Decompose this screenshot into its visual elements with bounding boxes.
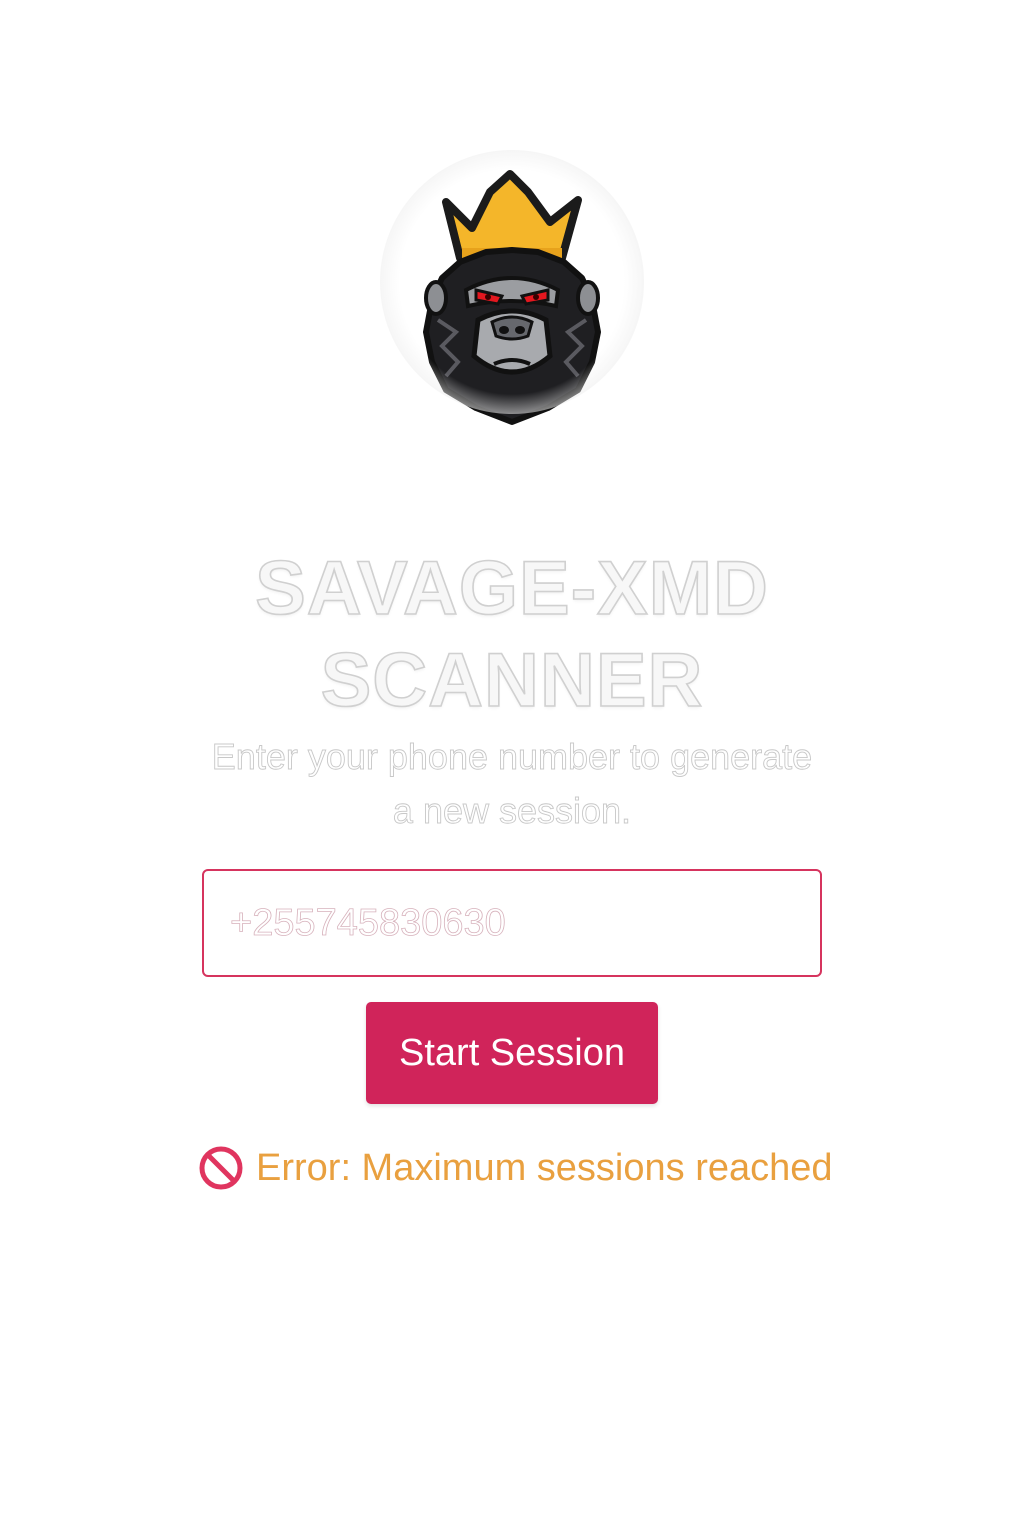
gorilla-logo [380, 150, 644, 440]
title-line-2: SCANNER [320, 637, 704, 724]
prohibited-icon [199, 1146, 243, 1190]
phone-number-input[interactable] [202, 869, 822, 977]
error-text: Error: Maximum sessions reached [256, 1146, 833, 1189]
instructions-line-1: Enter your phone number to generate [211, 736, 813, 778]
error-message: Error: Maximum sessions reached [198, 1140, 833, 1196]
instructions-line-2: a new session. [392, 790, 632, 832]
session-page: SAVAGE-XMD SCANNER Enter your phone numb… [0, 0, 1024, 1536]
title-line-1: SAVAGE-XMD [254, 545, 769, 632]
page-title: SAVAGE-XMD SCANNER [0, 543, 1024, 727]
start-session-button[interactable]: Start Session [366, 1002, 658, 1104]
instructions-text: Enter your phone number to generate a ne… [0, 730, 1024, 838]
